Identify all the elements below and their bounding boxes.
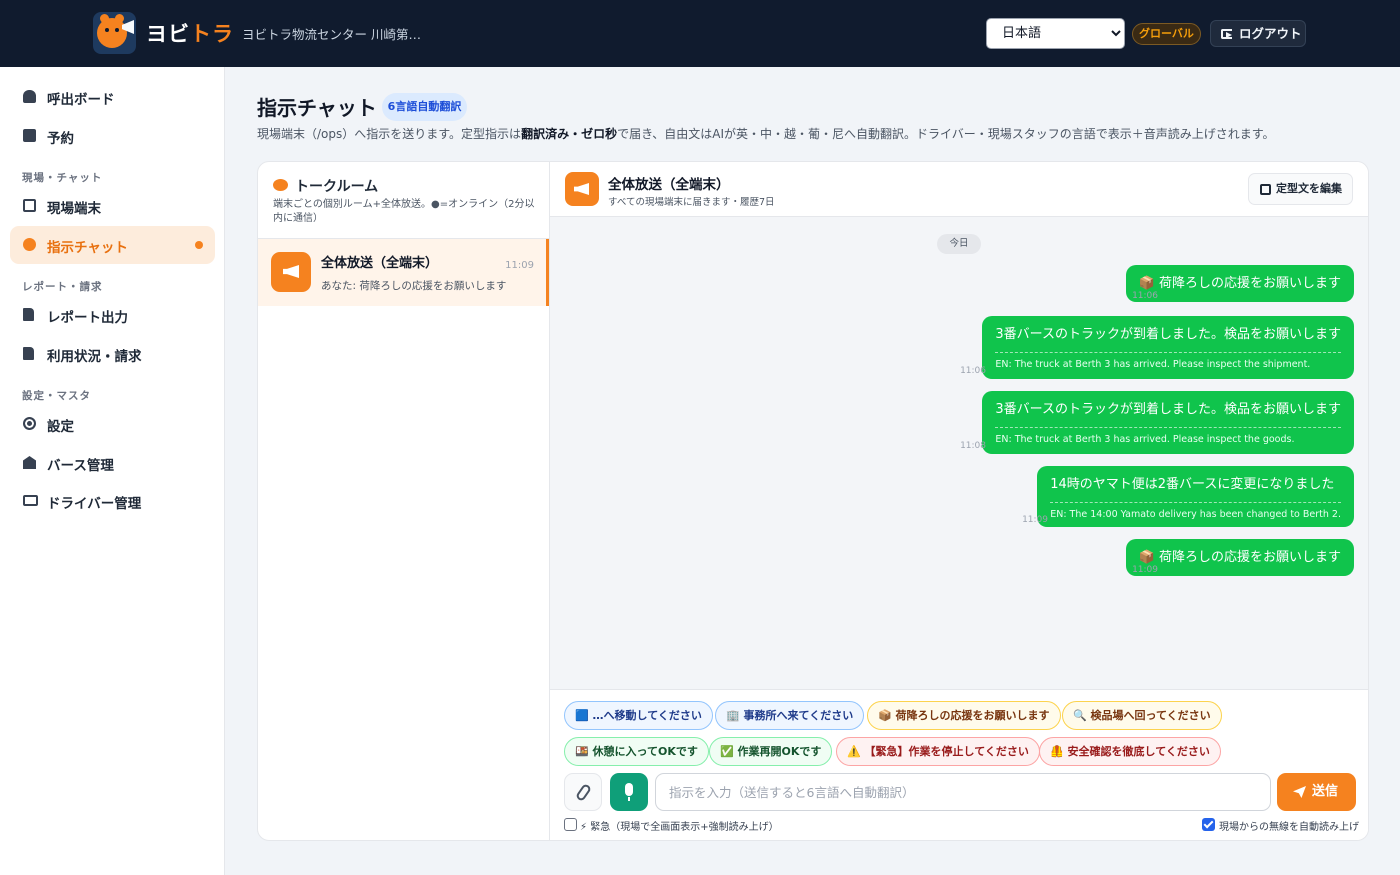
page-title: 指示チャット xyxy=(257,96,377,120)
unread-dot xyxy=(195,241,203,249)
top-bar: ヨビトラ ヨビトラ物流センター 川崎第… 日本語 グローバル ログアウト xyxy=(0,0,1400,67)
composer: 🟦 …へ移動してください 🏢 事務所へ来てください 📦 荷降ろしの応援をお願いし… xyxy=(550,689,1368,840)
tablet-icon xyxy=(23,199,36,212)
tiger-megaphone-logo-icon[interactable] xyxy=(93,12,136,54)
center-name: ヨビトラ物流センター 川崎第… xyxy=(242,27,421,42)
edit-icon xyxy=(1260,184,1271,195)
chat-subtitle: すべての現場端末に届きます・履歴7日 xyxy=(608,197,775,208)
comments-icon xyxy=(273,179,288,191)
invoice-icon xyxy=(23,347,34,360)
auto-read-label: 現場からの無線を自動読み上げ xyxy=(1219,822,1359,833)
room-list-subtitle: 端末ごとの個別ルーム+全体放送。●=オンライン（2分以内に通信） xyxy=(273,199,535,224)
message-time: 11:09 xyxy=(1132,565,1158,575)
message-list: 今日 📦 荷降ろしの応援をお願いします 11:06 3番バースのトラックが到着し… xyxy=(550,217,1368,689)
send-button[interactable]: 送信 xyxy=(1277,773,1356,811)
quick-phrase-unload[interactable]: 📦 荷降ろしの応援をお願いします xyxy=(867,701,1061,730)
sidebar-item-berth-management[interactable]: バース管理 xyxy=(10,444,215,482)
room-avatar xyxy=(271,252,311,292)
logout-button[interactable]: ログアウト xyxy=(1210,20,1306,47)
sidebar-item-driver-management[interactable]: ドライバー管理 xyxy=(10,482,215,520)
language-select[interactable]: 日本語 xyxy=(986,18,1125,49)
brand-name[interactable]: ヨビトラ xyxy=(146,18,234,48)
mic-button[interactable] xyxy=(610,773,648,811)
day-separator: 今日 xyxy=(937,234,981,254)
quick-phrase-emergency-stop[interactable]: ⚠️ 【緊急】作業を停止してください xyxy=(836,737,1040,766)
message-bubble: 📦 荷降ろしの応援をお願いします xyxy=(1125,539,1354,576)
auto-read-checkbox[interactable] xyxy=(1202,818,1215,831)
message-input[interactable] xyxy=(655,773,1271,811)
file-export-icon xyxy=(23,308,34,321)
edit-template-button[interactable]: 定型文を編集 xyxy=(1248,173,1353,205)
room-list-title: トークルーム xyxy=(295,179,379,195)
sidebar-item-usage-billing[interactable]: 利用状況・請求 xyxy=(10,335,215,373)
message-time: 11:09 xyxy=(1022,515,1048,525)
chat-title: 全体放送（全端末） xyxy=(608,177,730,193)
id-card-icon xyxy=(23,495,38,506)
sidebar: 呼出ボード 予約 現場・チャット 現場端末 指示チャット レポート・請求 レポー… xyxy=(0,67,225,875)
chat-area: 全体放送（全端末） すべての現場端末に届きます・履歴7日 定型文を編集 今日 📦… xyxy=(550,162,1368,840)
chat-icon xyxy=(23,238,36,251)
sidebar-item-report-export[interactable]: レポート出力 xyxy=(10,296,215,334)
paperclip-icon xyxy=(574,782,593,803)
quick-phrase-safety-check[interactable]: 🦺 安全確認を徹底してください xyxy=(1039,737,1221,766)
quick-phrase-office[interactable]: 🏢 事務所へ来てください xyxy=(715,701,865,730)
paper-plane-icon xyxy=(1293,786,1306,798)
chat-header: 全体放送（全端末） すべての現場端末に届きます・履歴7日 定型文を編集 xyxy=(550,162,1368,217)
sidebar-item-call-board[interactable]: 呼出ボード xyxy=(10,78,215,116)
message-bubble: 📦 荷降ろしの応援をお願いします xyxy=(1125,265,1354,302)
attach-button[interactable] xyxy=(564,773,602,811)
message-bubble: 3番バースのトラックが到着しました。検品をお願いします EN: The truc… xyxy=(982,391,1354,454)
bell-icon xyxy=(23,90,36,103)
calendar-icon xyxy=(23,129,36,142)
urgent-label: ⚡ 緊急（現場で全画面表示+強制読み上げ） xyxy=(580,822,779,833)
logout-icon xyxy=(1221,29,1232,39)
urgent-checkbox[interactable] xyxy=(564,818,577,831)
translation-badge: 6言語自動翻訳 xyxy=(382,93,467,121)
quick-phrase-resume[interactable]: ✅ 作業再開OKです xyxy=(709,737,833,766)
section-head-settings-master: 設定・マスタ xyxy=(22,390,91,402)
room-list-header: トークルーム 端末ごとの個別ルーム+全体放送。●=オンライン（2分以内に通信） xyxy=(258,162,549,239)
global-badge: グローバル xyxy=(1132,23,1201,45)
room-time: 11:09 xyxy=(505,260,534,271)
section-head-field-chat: 現場・チャット xyxy=(22,172,103,184)
message-bubble: 3番バースのトラックが到着しました。検品をお願いします EN: The truc… xyxy=(982,316,1354,379)
chat-avatar xyxy=(565,172,599,206)
message-bubble: 14時のヤマト便は2番バースに変更になりました EN: The 14:00 Ya… xyxy=(1037,466,1354,527)
sidebar-item-instruction-chat[interactable]: 指示チャット xyxy=(10,226,215,264)
quick-phrase-move[interactable]: 🟦 …へ移動してください xyxy=(564,701,713,730)
sidebar-item-reservation[interactable]: 予約 xyxy=(10,117,215,155)
room-name: 全体放送（全端末） xyxy=(321,256,439,271)
warehouse-icon xyxy=(23,456,36,469)
message-time: 11:08 xyxy=(960,441,986,451)
room-list: トークルーム 端末ごとの個別ルーム+全体放送。●=オンライン（2分以内に通信） … xyxy=(258,162,550,840)
section-head-report-billing: レポート・請求 xyxy=(22,281,103,293)
room-item-broadcast[interactable]: 全体放送（全端末） 11:09 あなた: 荷降ろしの応援をお願いします xyxy=(258,239,549,306)
chat-panel: トークルーム 端末ごとの個別ルーム+全体放送。●=オンライン（2分以内に通信） … xyxy=(257,161,1369,841)
page-description: 現場端末（/ops）へ指示を送ります。定型指示は翻訳済み・ゼロ秒で届き、自由文は… xyxy=(257,127,1275,141)
microphone-icon xyxy=(625,783,633,801)
sidebar-item-field-terminal[interactable]: 現場端末 xyxy=(10,187,215,225)
message-time: 11:06 xyxy=(960,366,986,376)
megaphone-icon xyxy=(574,183,589,195)
quick-phrase-inspection[interactable]: 🔍 検品場へ回ってください xyxy=(1062,701,1222,730)
quick-phrase-break[interactable]: 🍱 休憩に入ってOKです xyxy=(564,737,709,766)
gear-icon xyxy=(23,417,36,430)
room-last-message: あなた: 荷降ろしの応援をお願いします xyxy=(321,280,507,292)
message-time: 11:06 xyxy=(1132,291,1158,301)
megaphone-icon xyxy=(283,265,299,278)
sidebar-item-settings[interactable]: 設定 xyxy=(10,405,215,443)
